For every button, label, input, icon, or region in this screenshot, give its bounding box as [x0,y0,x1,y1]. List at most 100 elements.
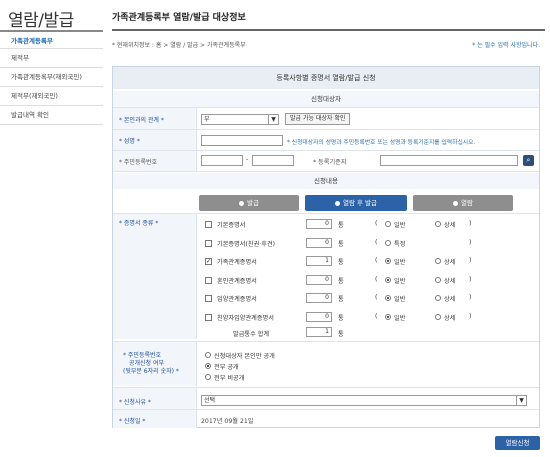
reason-label: * 신청사유 * [119,399,151,406]
cert-paren-close: ) [469,239,472,246]
rrn-part1-input[interactable] [201,155,243,166]
cert-name: 기본증명서 [217,222,246,229]
cert-option-1-radio[interactable] [385,314,391,320]
cert-checkbox[interactable] [205,221,212,228]
cert-name: 친양자입양관계증명서 [217,315,274,322]
cert-unit: 통 [338,278,344,285]
relation-select[interactable]: 부 ▼ [201,114,279,125]
cert-option-1-label: 일반 [394,222,406,229]
cert-paren-open: ( [375,313,378,320]
cert-option-2-radio[interactable] [435,295,441,301]
cert-count-input[interactable]: 1 [306,256,332,266]
base-place-input[interactable] [380,155,518,166]
cert-option-2-label: 상세 [444,222,456,229]
required-note: * 는 필수 입력 사항입니다. [472,42,540,49]
cert-paren-open: ( [375,257,378,264]
sidebar-item-removed-register-overseas[interactable]: 제적부(재외국민) [0,87,103,106]
cert-checkbox[interactable] [205,240,212,247]
cert-unit: 통 [338,315,344,322]
cert-paren-open: ( [375,239,378,246]
title-divider [112,29,545,31]
sidebar-title: 열람/발급 [8,11,74,31]
cert-option-1-radio[interactable] [385,258,391,264]
total-count: 1 [306,327,332,337]
cert-option-2-label: 상세 [444,315,456,322]
submit-button[interactable]: 열람신청 [495,436,540,450]
sidebar-item-issue-history[interactable]: 발급내역 확인 [0,106,103,125]
cert-count-input[interactable]: 0 [306,293,332,303]
cert-paren-open: ( [375,294,378,301]
radio-icon [239,200,245,206]
cert-count-input[interactable]: 0 [306,275,332,285]
row-divider [113,107,539,108]
relation-label: * 본인과의 관계 * [119,117,164,124]
sidebar: 가족관계등록부 제적부 가족관계등록부(재외국민) 제적부(재외국민) 발급내역… [0,30,103,125]
form-title: 등록사항별 증명서 열람/발급 신청 [113,67,539,89]
cert-paren-close: ) [469,276,472,283]
total-label: 발급통수 합계 [233,331,270,338]
breadcrumb: * 현재위치정보 : 홈 > 열람 / 발급 > 가족관계등록부 [112,42,246,49]
sidebar-item-family-register[interactable]: 가족관계등록부 [0,30,103,49]
cert-option-1-label: 일반 [394,315,406,322]
page-title: 가족관계등록부 열람/발급 대상정보 [112,13,246,23]
cert-unit: 통 [338,222,344,229]
cert-checkbox[interactable] [205,314,212,321]
check-eligible-button[interactable]: 발급 가능 대상자 확인 [285,113,351,125]
cert-count-input[interactable]: 0 [306,238,332,248]
cert-checkbox[interactable]: ✓ [205,258,212,265]
disclosure-self-radio[interactable] [205,352,211,358]
name-hint: * 신청대상자의 성명과 주민등록번호 또는 성명과 등록기준지를 입력하십시오… [287,140,476,146]
cert-name: 입양관계증명서 [217,296,257,303]
reason-select[interactable]: 선택 ▼ [201,395,527,406]
base-place-label: * 등록기준지 [313,159,347,166]
cert-option-1-radio[interactable] [385,277,391,283]
cert-option-1-label: 일반 [394,259,406,266]
cert-option-1-label: 일반 [394,278,406,285]
tab-issue[interactable]: 발급 [199,195,299,211]
disclosure-label-3: (뒷부분 6자리 숫자) * [123,368,179,375]
cert-name: 혼인관계증명서 [217,278,257,285]
sidebar-item-family-register-overseas[interactable]: 가족관계등록부(재외국민) [0,68,103,87]
section-target-title: 신청대상자 [113,91,539,107]
cert-paren-open: ( [375,276,378,283]
tab-view[interactable]: 열람 [413,195,513,211]
radio-icon [453,200,459,206]
total-unit: 통 [338,331,344,338]
row-divider [113,171,539,172]
cert-paren-close: ) [469,313,472,320]
cert-checkbox[interactable] [205,277,212,284]
chevron-down-icon: ▼ [268,115,278,124]
tab-view-then-issue-label: 열람 후 발급 [342,199,378,207]
tab-view-then-issue[interactable]: 열람 후 발급 [305,195,407,211]
cert-option-2-radio[interactable] [435,277,441,283]
rrn-part2-input[interactable] [252,155,294,166]
cert-unit: 통 [338,241,344,248]
cert-checkbox[interactable] [205,295,212,302]
disclosure-none-radio[interactable] [205,374,211,380]
row-divider [113,150,539,151]
cert-count-input[interactable]: 0 [306,219,332,229]
cert-option-2-radio[interactable] [435,258,441,264]
reason-select-value: 선택 [204,397,216,404]
search-icon[interactable]: ⌕ [523,155,534,166]
cert-option-2-radio[interactable] [435,314,441,320]
label-column-certs [113,213,197,339]
cert-count-input[interactable]: 0 [306,312,332,322]
cert-option-1-radio[interactable] [385,295,391,301]
cert-option-1-radio[interactable] [385,221,391,227]
cert-name: 가족관계증명서 [217,259,257,266]
cert-option-2-label: 상세 [444,296,456,303]
name-input[interactable] [201,135,283,146]
cert-option-1-radio[interactable] [385,240,391,246]
disclosure-self-label: 신청대상자 본인만 공개 [214,353,275,360]
cert-option-2-radio[interactable] [435,221,441,227]
row-divider [113,213,539,214]
section-content-title: 신청내용 [113,173,539,189]
radio-icon [334,200,340,206]
sidebar-item-removed-register[interactable]: 제적부 [0,49,103,68]
disclosure-all-radio[interactable] [205,363,211,369]
cert-type-label: * 증명서 종류 * [119,220,159,227]
disclosure-all-label: 전부 공개 [214,364,239,371]
cert-option-2-label: 상세 [444,259,456,266]
relation-select-value: 부 [204,116,210,123]
